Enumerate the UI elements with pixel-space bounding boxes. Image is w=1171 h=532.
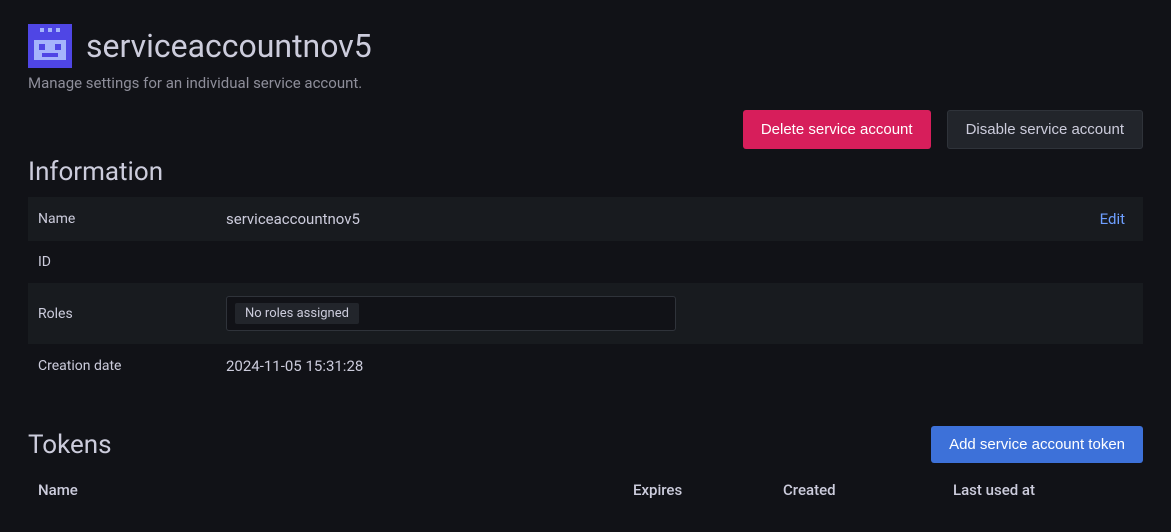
creation-date-value: 2024-11-05 15:31:28	[226, 357, 1133, 375]
creation-date-label: Creation date	[38, 358, 226, 374]
tokens-col-name: Name	[38, 481, 633, 499]
info-row-creation: Creation date 2024-11-05 15:31:28	[28, 344, 1143, 388]
edit-name-link[interactable]: Edit	[1100, 210, 1133, 228]
delete-service-account-button[interactable]: Delete service account	[743, 110, 931, 149]
tokens-col-lastused: Last used at	[953, 481, 1133, 499]
service-account-avatar	[28, 24, 72, 68]
tokens-section-title: Tokens	[28, 430, 112, 460]
name-label: Name	[38, 211, 226, 227]
id-label: ID	[38, 254, 226, 270]
info-row-id: ID	[28, 241, 1143, 283]
disable-service-account-button[interactable]: Disable service account	[947, 110, 1143, 149]
page-title: serviceaccountnov5	[86, 27, 372, 65]
name-value: serviceaccountnov5	[226, 210, 1100, 228]
page-subtitle: Manage settings for an individual servic…	[28, 74, 1143, 92]
roles-select[interactable]: No roles assigned	[226, 296, 676, 331]
tokens-col-expires: Expires	[633, 481, 783, 499]
information-section-title: Information	[28, 157, 1143, 187]
roles-label: Roles	[38, 306, 226, 322]
add-service-account-token-button[interactable]: Add service account token	[931, 426, 1143, 463]
info-row-name: Name serviceaccountnov5 Edit	[28, 197, 1143, 241]
tokens-table-header: Name Expires Created Last used at	[28, 477, 1143, 499]
information-table: Name serviceaccountnov5 Edit ID Roles No…	[28, 197, 1143, 388]
roles-placeholder-badge: No roles assigned	[235, 303, 359, 324]
info-row-roles: Roles No roles assigned	[28, 283, 1143, 344]
tokens-col-created: Created	[783, 481, 953, 499]
